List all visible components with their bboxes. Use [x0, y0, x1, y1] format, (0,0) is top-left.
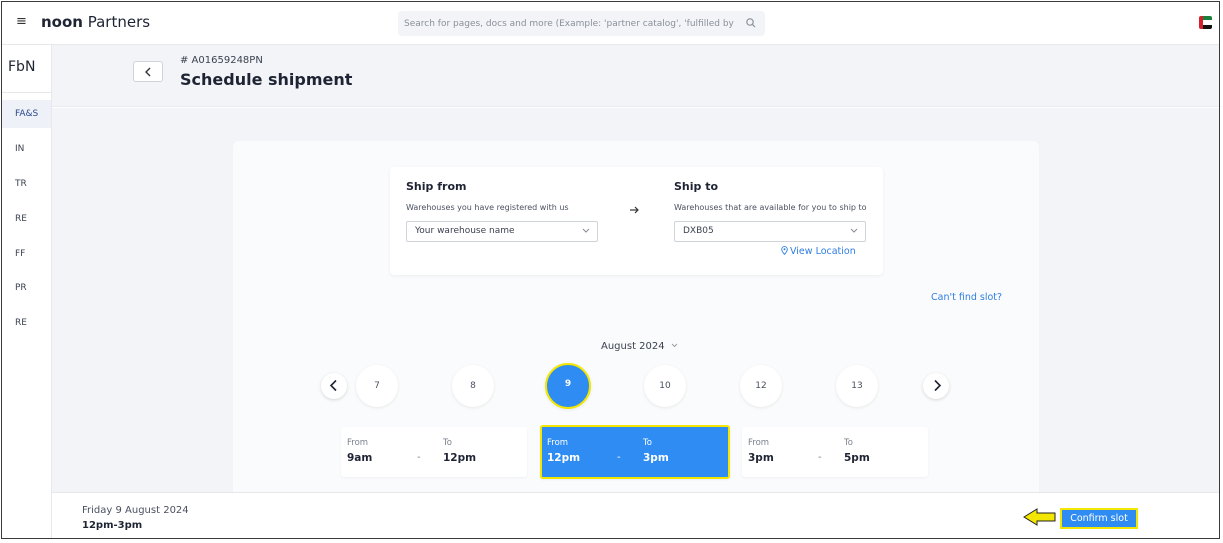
sidebar-title: FbN [8, 59, 36, 75]
sidebar-item-re-2[interactable]: RE [2, 309, 51, 337]
month-selector[interactable]: August 2024 [601, 341, 678, 352]
next-days-button[interactable] [923, 373, 949, 399]
back-button[interactable] [133, 61, 163, 82]
day-10[interactable]: 10 [644, 365, 686, 407]
arrow-right-icon [630, 206, 639, 214]
brand-name-bold: noon [41, 13, 83, 31]
slot-from-value: 9am [347, 452, 373, 464]
ship-to-value: DXB05 [683, 226, 714, 236]
day-12[interactable]: 12 [740, 365, 782, 407]
month-label: August 2024 [601, 341, 665, 352]
search-icon[interactable] [745, 17, 757, 29]
slot-from-value: 12pm [547, 452, 581, 464]
selected-time: 12pm-3pm [82, 520, 143, 531]
confirm-slot-button[interactable]: Confirm slot [1060, 508, 1138, 529]
footer-bar: Friday 9 August 2024 12pm-3pm Confirm sl… [52, 492, 1219, 538]
chevron-down-icon [582, 228, 590, 233]
sidebar-item-tr[interactable]: TR [2, 170, 51, 198]
ship-to-label: Ship to [674, 180, 719, 193]
main-content: Ship from Warehouses you have registered… [52, 108, 1219, 492]
slot-to-value: 5pm [844, 452, 870, 464]
search-box [398, 11, 765, 36]
top-bar: ≡ noon Partners [2, 2, 1219, 45]
search-input[interactable] [404, 11, 734, 36]
previous-days-button[interactable] [321, 373, 347, 399]
day-9-selected[interactable]: 9 [545, 363, 591, 409]
sidebar-item-pr[interactable]: PR [2, 274, 51, 302]
brand-name-rest: Partners [82, 13, 151, 31]
page-header: # A01659248PN Schedule shipment [52, 45, 1219, 107]
page-title: Schedule shipment [180, 70, 353, 89]
time-slot[interactable]: From 3pm - To 5pm [742, 427, 928, 477]
day-13[interactable]: 13 [836, 365, 878, 407]
slot-from-label: From [347, 438, 369, 448]
view-location-link[interactable]: View Location [781, 246, 856, 257]
slot-from-label: From [748, 438, 770, 448]
slot-from-value: 3pm [748, 452, 774, 464]
ship-to-select[interactable]: DXB05 [674, 221, 866, 242]
ship-route-box: Ship from Warehouses you have registered… [390, 167, 883, 275]
app-window: ≡ noon Partners FbN FA&S IN TR RE FF PR … [1, 1, 1220, 539]
cant-find-slot-link[interactable]: Can't find slot? [931, 292, 1002, 303]
day-8[interactable]: 8 [452, 365, 494, 407]
chevron-down-icon [671, 343, 678, 348]
chevron-left-icon [145, 67, 151, 77]
slot-to-label: To [443, 438, 452, 448]
ship-from-value: Your warehouse name [415, 226, 515, 236]
sidebar-item-ff[interactable]: FF [2, 240, 51, 268]
uae-flag-icon[interactable] [1199, 16, 1212, 29]
schedule-card: Ship from Warehouses you have registered… [233, 141, 1039, 492]
slot-to-value: 12pm [443, 452, 477, 464]
slot-to-value: 3pm [643, 452, 669, 464]
ship-to-subtitle: Warehouses that are available for you to… [674, 203, 867, 212]
slot-from-label: From [547, 438, 569, 448]
sidebar-item-fas[interactable]: FA&S [2, 100, 51, 128]
location-pin-icon [781, 246, 788, 256]
selected-date: Friday 9 August 2024 [82, 505, 189, 516]
chevron-left-icon [329, 379, 337, 392]
chevron-right-icon [934, 379, 942, 392]
ship-from-select[interactable]: Your warehouse name [406, 221, 598, 242]
sidebar-item-re[interactable]: RE [2, 205, 51, 233]
view-location-label: View Location [790, 246, 856, 257]
time-slot-selected[interactable]: From 12pm - To 3pm [540, 425, 730, 479]
hamburger-icon[interactable]: ≡ [16, 15, 28, 29]
sidebar: FbN FA&S IN TR RE FF PR RE [2, 45, 52, 538]
chevron-down-icon [850, 228, 858, 233]
sidebar-divider [2, 92, 51, 93]
slot-to-label: To [844, 438, 853, 448]
ship-from-label: Ship from [406, 180, 467, 193]
shipment-reference: # A01659248PN [180, 55, 263, 66]
time-slot[interactable]: From 9am - To 12pm [341, 427, 527, 477]
day-7[interactable]: 7 [356, 365, 398, 407]
slot-dash: - [818, 452, 822, 463]
ship-from-subtitle: Warehouses you have registered with us [406, 203, 569, 212]
slot-dash: - [617, 452, 621, 463]
slot-to-label: To [643, 438, 652, 448]
sidebar-item-in[interactable]: IN [2, 135, 51, 163]
brand-logo[interactable]: noon Partners [41, 13, 150, 31]
slot-dash: - [417, 452, 421, 463]
pointer-arrow-icon [1023, 508, 1056, 526]
